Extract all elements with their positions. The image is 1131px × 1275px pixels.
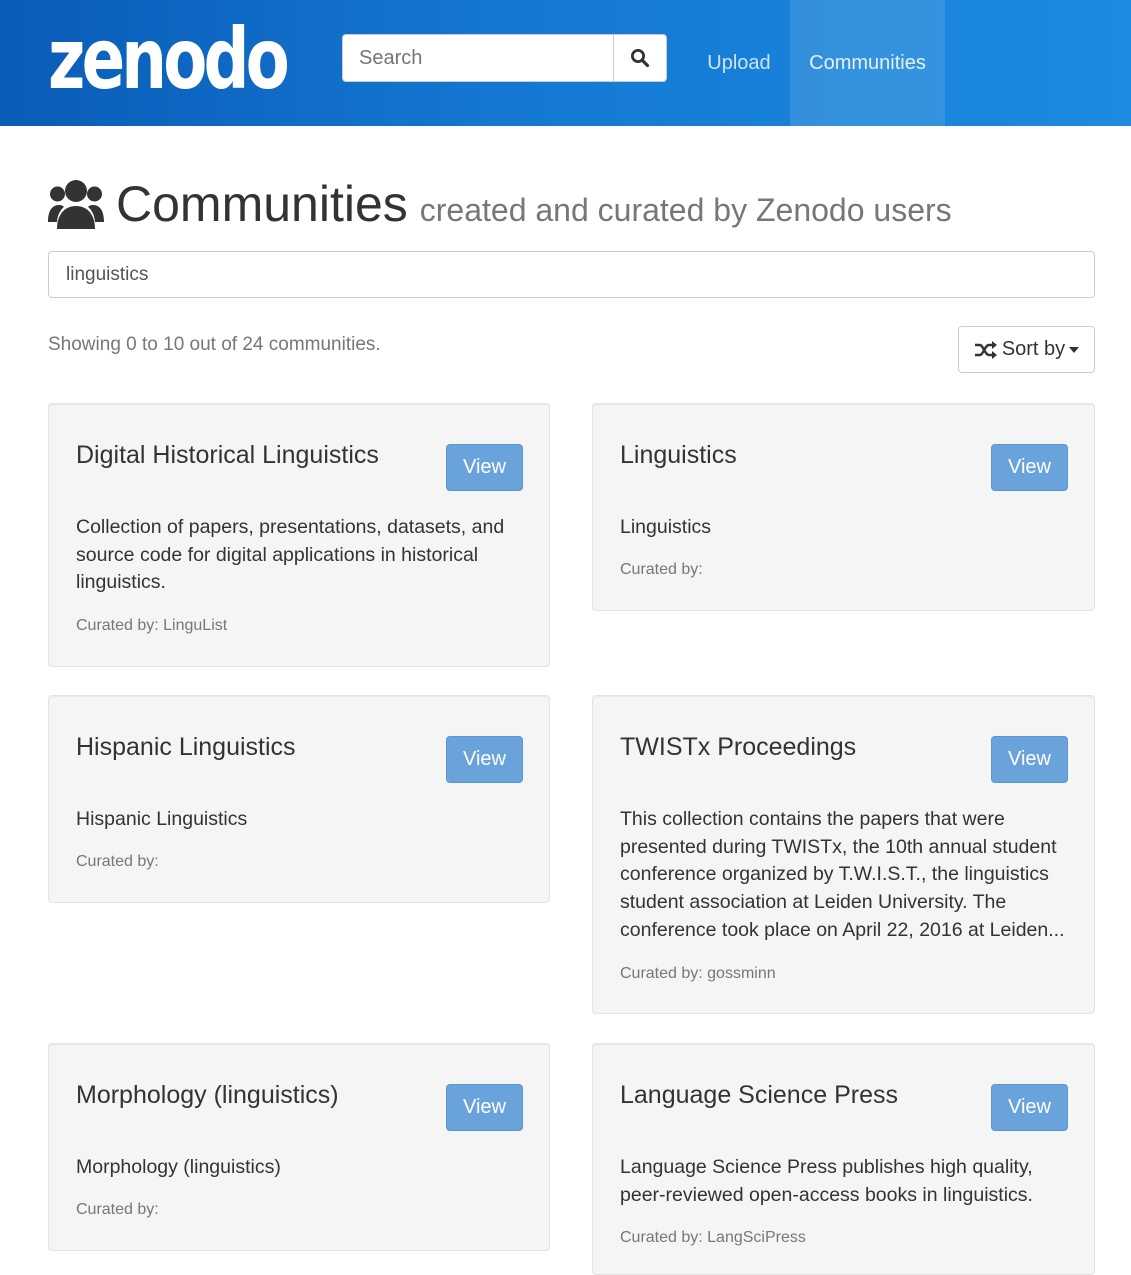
page-title: Communities created and curated by Zenod… xyxy=(48,175,952,233)
community-title[interactable]: Linguistics xyxy=(620,441,737,470)
results-count: Showing 0 to 10 out of 24 communities. xyxy=(48,334,381,355)
community-curator: Curated by: LangSciPress xyxy=(620,1229,806,1246)
users-icon xyxy=(48,180,104,229)
community-title[interactable]: Digital Historical Linguistics xyxy=(76,441,379,470)
community-description: Language Science Press publishes high qu… xyxy=(620,1156,1033,1206)
community-curator: Curated by: xyxy=(76,1201,159,1218)
community-curator: Curated by: xyxy=(76,853,159,870)
community-card-morphology-linguistics: Morphology (linguistics) View Morphology… xyxy=(48,1043,550,1251)
search-icon xyxy=(631,49,650,68)
caret-down-icon xyxy=(1069,346,1080,353)
community-card-digital-historical-linguistics: Digital Historical Linguistics View Coll… xyxy=(48,403,550,667)
title-main: Communities xyxy=(116,176,408,232)
title-subtitle: created and curated by Zenodo users xyxy=(419,192,952,228)
community-description: Morphology (linguistics) xyxy=(76,1156,281,1178)
community-title[interactable]: Hispanic Linguistics xyxy=(76,733,296,762)
community-curator: Curated by: LinguList xyxy=(76,617,228,634)
sort-by-button[interactable]: Sort by xyxy=(958,326,1095,373)
random-icon xyxy=(974,340,997,359)
search-input[interactable] xyxy=(342,34,613,82)
search-form xyxy=(342,34,667,82)
community-card-hispanic-linguistics: Hispanic Linguistics View Hispanic Lingu… xyxy=(48,695,550,903)
communities-search-input[interactable] xyxy=(48,251,1095,298)
community-title[interactable]: TWISTx Proceedings xyxy=(620,733,856,762)
community-curator: Curated by: xyxy=(620,561,703,578)
nav-upload-link[interactable]: Upload xyxy=(689,0,789,126)
view-button[interactable]: View xyxy=(991,1084,1068,1131)
view-button[interactable]: View xyxy=(446,1084,523,1131)
sort-by-label: Sort by xyxy=(1001,338,1066,360)
top-navbar: zenodo Upload Communities xyxy=(0,0,1131,126)
view-button[interactable]: View xyxy=(991,444,1068,491)
community-description: This collection contains the papers that… xyxy=(620,808,1065,941)
view-button[interactable]: View xyxy=(991,736,1068,783)
nav-communities-link[interactable]: Communities xyxy=(790,0,945,126)
zenodo-logo[interactable]: zenodo xyxy=(48,8,288,98)
community-card-twistx-proceedings: TWISTx Proceedings View This collection … xyxy=(592,695,1095,1014)
community-description: Hispanic Linguistics xyxy=(76,808,248,830)
community-title[interactable]: Language Science Press xyxy=(620,1081,898,1110)
community-title[interactable]: Morphology (linguistics) xyxy=(76,1081,339,1110)
search-button[interactable] xyxy=(613,34,667,82)
community-card-linguistics: Linguistics View Linguistics Curated by: xyxy=(592,403,1095,611)
view-button[interactable]: View xyxy=(446,736,523,783)
community-description: Collection of papers, presentations, dat… xyxy=(76,516,505,594)
community-description: Linguistics xyxy=(620,516,712,538)
community-curator: Curated by: gossminn xyxy=(620,965,776,982)
logo-text: zenodo xyxy=(48,10,288,98)
community-card-language-science-press: Language Science Press View Language Sci… xyxy=(592,1043,1095,1275)
view-button[interactable]: View xyxy=(446,444,523,491)
